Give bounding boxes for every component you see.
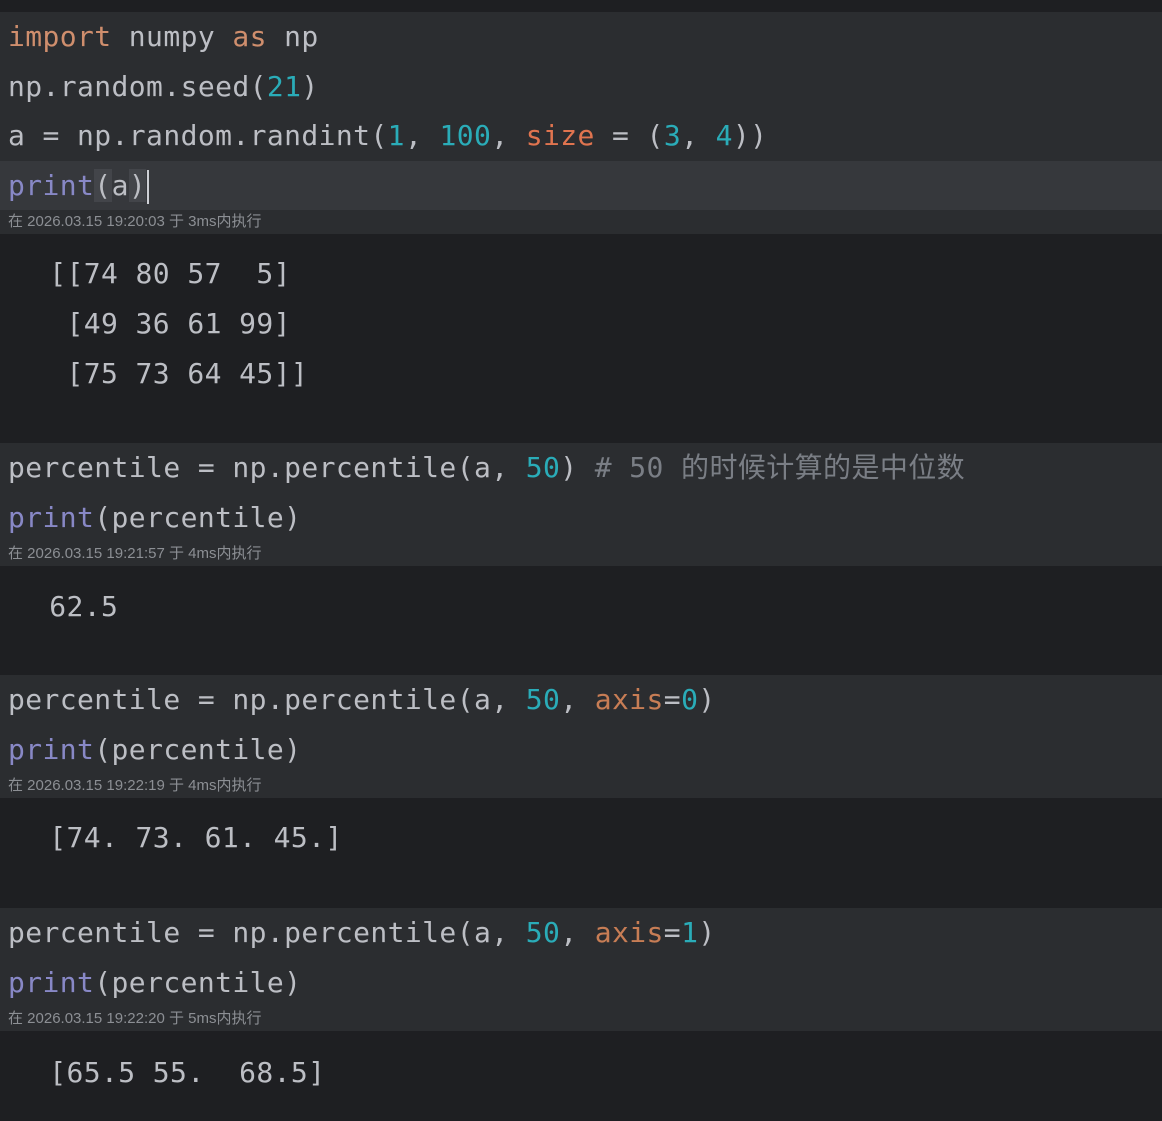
- output-line: [49 36 61 99]: [32, 307, 291, 340]
- code-token: a: [111, 168, 129, 202]
- output-line: [74. 73. 61. 45.]: [32, 821, 343, 854]
- code-token: axis: [594, 916, 664, 949]
- code-line[interactable]: percentile = np.percentile(a, 50) # 50 的…: [0, 443, 1162, 493]
- notebook-cell-2[interactable]: percentile = np.percentile(a, 50) # 50 的…: [0, 443, 1162, 662]
- code-token: print: [8, 168, 95, 202]
- code-line[interactable]: np.random.seed(21): [0, 62, 1162, 112]
- code-token: np.random.seed(: [8, 69, 267, 103]
- code-token: 50: [525, 683, 561, 716]
- code-token: (: [94, 168, 112, 202]
- output-line: [65.5 55. 68.5]: [32, 1056, 326, 1089]
- output-line: 62.5: [32, 590, 119, 623]
- notebook-cell-3[interactable]: percentile = np.percentile(a, 50, axis=0…: [0, 675, 1162, 893]
- notebook-cell-4[interactable]: percentile = np.percentile(a, 50, axis=1…: [0, 908, 1162, 1118]
- code-token: ): [560, 451, 595, 484]
- code-token: 21: [266, 69, 302, 103]
- code-token: =: [663, 683, 682, 716]
- code-token: ): [698, 916, 716, 949]
- code-token: ): [128, 168, 147, 202]
- notebook-cell-1[interactable]: import numpy as np np.random.seed(21) a = …: [0, 12, 1162, 417]
- execution-info: 在 2026.03.15 19:21:57 于 4ms内执行: [0, 542, 1162, 566]
- code-token: 50: [525, 916, 561, 949]
- code-token: ,: [404, 119, 440, 152]
- code-token: # 50 的时候计算的是中位数: [594, 451, 966, 484]
- code-token: )): [732, 119, 768, 152]
- cell-output: [74. 73. 61. 45.]: [0, 798, 1162, 893]
- code-token: ): [301, 69, 319, 103]
- cell-output: 62.5: [0, 566, 1162, 662]
- code-token: 0: [681, 683, 699, 716]
- code-line[interactable]: percentile = np.percentile(a, 50, axis=1…: [0, 908, 1162, 958]
- code-token: ,: [681, 119, 716, 152]
- cell-output: [[74 80 57 5] [49 36 61 99] [75 73 64 45…: [0, 234, 1162, 417]
- code-editor[interactable]: percentile = np.percentile(a, 50) # 50 的…: [0, 443, 1162, 542]
- code-editor[interactable]: percentile = np.percentile(a, 50, axis=1…: [0, 908, 1162, 1007]
- code-editor[interactable]: percentile = np.percentile(a, 50, axis=0…: [0, 675, 1162, 774]
- code-token: (percentile): [94, 965, 302, 999]
- code-line[interactable]: print(percentile): [0, 725, 1162, 775]
- code-token: print: [8, 732, 95, 766]
- code-line[interactable]: print(percentile): [0, 493, 1162, 543]
- code-token: percentile = np.percentile(a,: [8, 916, 526, 949]
- execution-info: 在 2026.03.15 19:22:19 于 4ms内执行: [0, 774, 1162, 798]
- code-token: as: [232, 20, 267, 53]
- code-token: import: [8, 20, 112, 53]
- code-token: (percentile): [94, 732, 302, 766]
- output-line: [[74 80 57 5]: [32, 257, 291, 290]
- code-token: print: [8, 500, 95, 534]
- code-line[interactable]: import numpy as np: [0, 12, 1162, 62]
- code-token: print: [8, 965, 95, 999]
- code-line[interactable]: print(percentile): [0, 958, 1162, 1008]
- code-line[interactable]: print(a): [0, 160, 1162, 210]
- execution-info: 在 2026.03.15 19:22:20 于 5ms内执行: [0, 1007, 1162, 1031]
- output-line: [75 73 64 45]]: [32, 357, 309, 390]
- code-token: 4: [715, 119, 733, 152]
- code-line[interactable]: a = np.random.randint(1, 100, size = (3,…: [0, 111, 1162, 161]
- cell-output: [65.5 55. 68.5]: [0, 1031, 1162, 1118]
- code-line[interactable]: percentile = np.percentile(a, 50, axis=0…: [0, 675, 1162, 725]
- code-token: 1: [387, 119, 405, 152]
- code-token: np: [266, 20, 319, 53]
- code-token: numpy: [111, 20, 233, 53]
- text-caret: [147, 169, 150, 204]
- code-token: ,: [560, 916, 595, 949]
- code-token: ,: [560, 683, 595, 716]
- code-token: 100: [439, 119, 492, 152]
- code-token: ,: [491, 119, 526, 152]
- code-token: 3: [663, 119, 682, 152]
- code-token: =: [663, 916, 682, 949]
- execution-info: 在 2026.03.15 19:20:03 于 3ms内执行: [0, 210, 1162, 234]
- code-token: 1: [681, 916, 699, 949]
- code-token: a = np.random.randint(: [8, 119, 388, 152]
- code-token: (percentile): [94, 500, 302, 534]
- code-token: = (: [594, 119, 664, 152]
- code-token: size: [525, 119, 595, 152]
- code-token: 50: [525, 451, 561, 484]
- code-token: ): [698, 683, 716, 716]
- code-token: axis: [594, 683, 664, 716]
- code-editor[interactable]: import numpy as np np.random.seed(21) a = …: [0, 12, 1162, 210]
- code-token: percentile = np.percentile(a,: [8, 451, 526, 484]
- code-token: percentile = np.percentile(a,: [8, 683, 526, 716]
